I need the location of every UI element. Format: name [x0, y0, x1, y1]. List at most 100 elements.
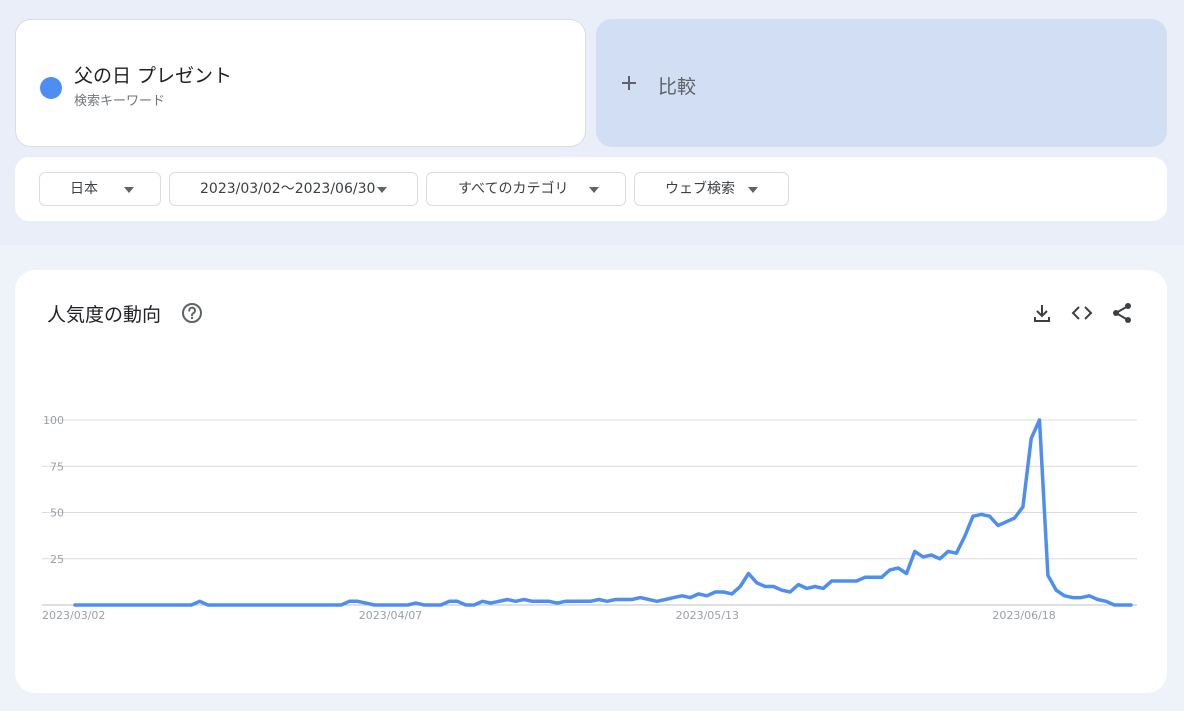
data-point[interactable]	[129, 601, 137, 609]
data-point[interactable]	[927, 551, 935, 559]
data-point[interactable]	[961, 533, 969, 541]
data-point[interactable]	[462, 601, 470, 609]
data-point[interactable]	[753, 579, 761, 587]
data-point[interactable]	[412, 599, 420, 607]
data-point[interactable]	[379, 601, 387, 609]
data-point[interactable]	[304, 601, 312, 609]
data-point[interactable]	[345, 597, 353, 605]
data-point[interactable]	[1052, 586, 1060, 594]
data-point[interactable]	[171, 601, 179, 609]
data-point[interactable]	[354, 597, 362, 605]
data-point[interactable]	[337, 601, 345, 609]
data-point[interactable]	[653, 597, 661, 605]
data-point[interactable]	[395, 601, 403, 609]
data-point[interactable]	[794, 581, 802, 589]
data-point[interactable]	[545, 597, 553, 605]
data-point[interactable]	[836, 577, 844, 585]
data-point[interactable]	[936, 555, 944, 563]
data-point[interactable]	[570, 597, 578, 605]
data-point[interactable]	[919, 553, 927, 561]
data-point[interactable]	[628, 596, 636, 604]
data-point[interactable]	[163, 601, 171, 609]
data-point[interactable]	[212, 601, 220, 609]
data-point[interactable]	[745, 570, 753, 578]
data-point[interactable]	[553, 599, 561, 607]
data-point[interactable]	[262, 601, 270, 609]
data-point[interactable]	[1011, 514, 1019, 522]
data-point[interactable]	[911, 547, 919, 555]
data-point[interactable]	[312, 601, 320, 609]
data-point[interactable]	[528, 597, 536, 605]
data-point[interactable]	[478, 597, 486, 605]
data-point[interactable]	[71, 601, 79, 609]
data-point[interactable]	[986, 512, 994, 520]
data-point[interactable]	[587, 597, 595, 605]
data-point[interactable]	[636, 594, 644, 602]
data-point[interactable]	[661, 596, 669, 604]
data-point[interactable]	[977, 510, 985, 518]
data-point[interactable]	[221, 601, 229, 609]
data-point[interactable]	[445, 597, 453, 605]
data-point[interactable]	[803, 584, 811, 592]
data-point[interactable]	[487, 599, 495, 607]
data-point[interactable]	[121, 601, 129, 609]
data-point[interactable]	[761, 583, 769, 591]
data-point[interactable]	[703, 592, 711, 600]
data-point[interactable]	[786, 588, 794, 596]
data-point[interactable]	[1119, 601, 1127, 609]
data-point[interactable]	[187, 601, 195, 609]
data-point[interactable]	[254, 601, 262, 609]
data-point[interactable]	[279, 601, 287, 609]
data-point[interactable]	[229, 601, 237, 609]
data-point[interactable]	[154, 601, 162, 609]
data-point[interactable]	[1002, 518, 1010, 526]
data-point[interactable]	[503, 596, 511, 604]
data-point[interactable]	[603, 597, 611, 605]
data-point[interactable]	[711, 588, 719, 596]
data-point[interactable]	[470, 601, 478, 609]
data-point[interactable]	[88, 601, 96, 609]
data-point[interactable]	[537, 597, 545, 605]
data-point[interactable]	[869, 573, 877, 581]
data-point[interactable]	[1069, 594, 1077, 602]
data-point[interactable]	[595, 596, 603, 604]
data-point[interactable]	[329, 601, 337, 609]
data-point[interactable]	[678, 592, 686, 600]
data-point[interactable]	[969, 512, 977, 520]
data-point[interactable]	[720, 588, 728, 596]
data-point[interactable]	[79, 601, 87, 609]
data-point[interactable]	[271, 601, 279, 609]
data-point[interactable]	[728, 590, 736, 598]
data-point[interactable]	[146, 601, 154, 609]
data-point[interactable]	[495, 597, 503, 605]
data-point[interactable]	[686, 594, 694, 602]
data-point[interactable]	[429, 601, 437, 609]
data-point[interactable]	[512, 597, 520, 605]
data-point[interactable]	[1036, 416, 1044, 424]
data-point[interactable]	[578, 597, 586, 605]
data-point[interactable]	[778, 586, 786, 594]
data-point[interactable]	[670, 594, 678, 602]
data-point[interactable]	[811, 583, 819, 591]
data-point[interactable]	[620, 596, 628, 604]
data-point[interactable]	[204, 601, 212, 609]
data-point[interactable]	[944, 547, 952, 555]
data-point[interactable]	[179, 601, 187, 609]
data-point[interactable]	[454, 597, 462, 605]
data-point[interactable]	[819, 584, 827, 592]
data-point[interactable]	[320, 601, 328, 609]
data-point[interactable]	[878, 573, 886, 581]
data-point[interactable]	[952, 549, 960, 557]
data-point[interactable]	[296, 601, 304, 609]
data-point[interactable]	[287, 601, 295, 609]
data-point[interactable]	[861, 573, 869, 581]
data-point[interactable]	[246, 601, 254, 609]
data-point[interactable]	[1085, 592, 1093, 600]
data-point[interactable]	[104, 601, 112, 609]
data-point[interactable]	[196, 597, 204, 605]
data-point[interactable]	[1019, 503, 1027, 511]
data-point[interactable]	[404, 601, 412, 609]
data-point[interactable]	[1077, 594, 1085, 602]
data-point[interactable]	[844, 577, 852, 585]
data-point[interactable]	[420, 601, 428, 609]
